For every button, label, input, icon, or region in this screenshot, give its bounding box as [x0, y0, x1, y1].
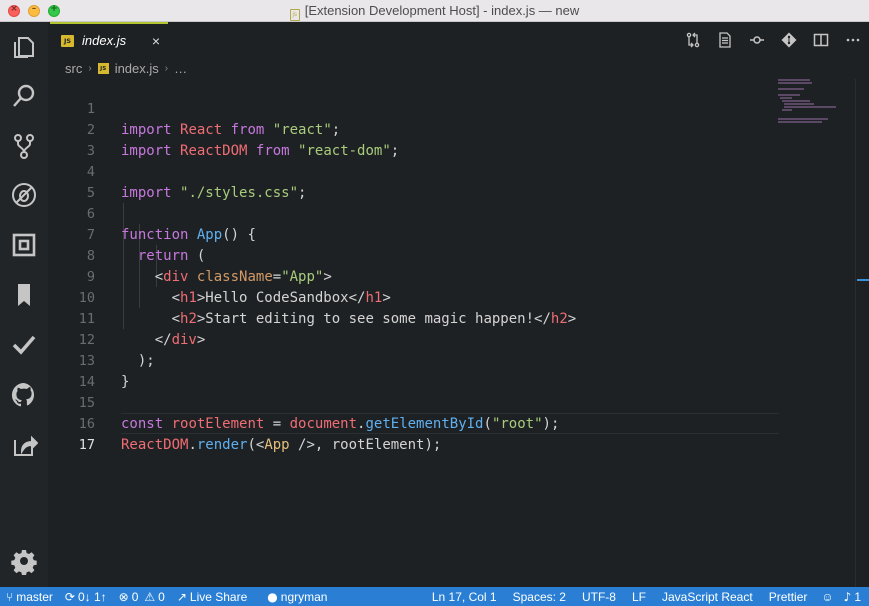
live-share-status[interactable]: ↗ Live Share: [171, 587, 253, 606]
github-icon: ●: [267, 589, 278, 604]
code-line: 14: [48, 351, 779, 390]
settings-gear-icon[interactable]: [8, 545, 40, 577]
git-lens-icon[interactable]: [773, 22, 805, 57]
chevron-right-icon: ›: [88, 62, 92, 74]
notifications-count: 1: [854, 589, 861, 604]
sync-label: 0↓ 1↑: [77, 589, 107, 604]
live-share-icon: ↗: [176, 589, 187, 604]
line-number: 17: [78, 437, 95, 453]
code-line: 13 }: [48, 330, 779, 390]
status-bar: ⑂ master ⟳ 0↓ 1↑ ⊗ 0 ⚠ 0 ↗ Live Share ● …: [0, 587, 869, 606]
code-line: 5: [48, 162, 779, 201]
search-icon[interactable]: [8, 80, 40, 112]
live-share-icon[interactable]: [8, 429, 40, 461]
warning-icon: ⚠: [144, 589, 156, 604]
breadcrumb-folder[interactable]: src: [65, 61, 82, 76]
go-back-icon[interactable]: [741, 22, 773, 57]
split-editor-icon[interactable]: [805, 22, 837, 57]
breadcrumb-file[interactable]: index.js: [115, 61, 159, 76]
tab-index-js[interactable]: JS index.js ×: [50, 22, 168, 57]
tab-bar: JS index.js ×: [48, 22, 869, 57]
sync-status[interactable]: ⟳ 0↓ 1↑: [59, 587, 113, 606]
title-bar: × – + js [Extension Development Host] - i…: [0, 0, 869, 22]
github-user-status[interactable]: ● ngryman: [261, 587, 333, 606]
js-file-icon: JS: [97, 62, 109, 74]
github-icon[interactable]: [8, 379, 40, 411]
window-title-wrap: js [Extension Development Host] - index.j…: [0, 3, 869, 21]
line-code: ReactDOM.render(<App />, rootElement);: [121, 437, 442, 453]
explorer-icon[interactable]: [8, 31, 40, 63]
activity-bar: [0, 22, 48, 587]
prettier-status[interactable]: Prettier: [761, 587, 816, 606]
code-line: 11 </div>: [48, 288, 779, 348]
code-line: 1 import React from "react";: [48, 78, 779, 138]
tab-close-button[interactable]: ×: [152, 33, 160, 49]
breadcrumb-more[interactable]: …: [174, 61, 187, 76]
branch-label: master: [16, 589, 53, 604]
editor-actions: [677, 22, 869, 57]
cursor-position-marker: [857, 279, 869, 281]
code-line: 16 ReactDOM.render(<App />, rootElement)…: [48, 393, 779, 453]
tasks-icon[interactable]: [8, 329, 40, 361]
bell-icon: ♪: [843, 589, 852, 604]
code-line-active: 17: [48, 414, 779, 453]
sync-icon: ⟳: [64, 589, 75, 604]
tab-label: index.js: [82, 33, 127, 48]
code-line: 7 return (: [48, 204, 779, 264]
debug-icon[interactable]: [8, 179, 40, 211]
feedback-smiley-icon[interactable]: ☺: [815, 587, 839, 606]
cursor-position-status[interactable]: Ln 17, Col 1: [424, 587, 505, 606]
notifications-status[interactable]: ♪ 1: [840, 587, 869, 606]
code-line: 4 import "./styles.css";: [48, 141, 779, 201]
window-title: [Extension Development Host] - index.js …: [304, 3, 580, 18]
code-editor[interactable]: 1 import React from "react"; 2 import Re…: [48, 79, 869, 587]
github-user-label: ngryman: [280, 589, 328, 604]
bookmark-icon[interactable]: [8, 279, 40, 311]
branch-status[interactable]: ⑂ master: [0, 587, 59, 606]
extensions-icon[interactable]: [8, 229, 40, 261]
source-control-icon[interactable]: [8, 130, 40, 162]
breadcrumb: src › JS index.js › …: [48, 57, 828, 79]
code-line: 15 const rootElement = document.getEleme…: [48, 372, 779, 432]
errors-count: 0: [131, 589, 139, 604]
indentation-status[interactable]: Spaces: 2: [505, 587, 574, 606]
code-line: 8 <div className="App">: [48, 225, 779, 285]
open-changes-icon[interactable]: [677, 22, 709, 57]
js-file-icon: JS: [61, 34, 74, 47]
minimap[interactable]: [778, 79, 848, 139]
code-line: 9 <h1>Hello CodeSandbox</h1>: [48, 246, 779, 306]
more-actions-icon[interactable]: [837, 22, 869, 57]
code-line: 3: [48, 120, 779, 159]
status-bar-right: Ln 17, Col 1 Spaces: 2 UTF-8 LF JavaScri…: [424, 587, 869, 606]
live-share-label: Live Share: [189, 589, 248, 604]
git-branch-icon: ⑂: [6, 589, 14, 604]
encoding-status[interactable]: UTF-8: [574, 587, 624, 606]
language-mode-status[interactable]: JavaScript React: [654, 587, 761, 606]
chevron-right-icon: ›: [164, 62, 169, 74]
code-line: 6 function App() {: [48, 183, 779, 243]
warnings-count: 0: [158, 589, 165, 604]
vertical-scrollbar[interactable]: [855, 79, 869, 587]
error-icon: ⊗: [118, 589, 129, 604]
open-preview-icon[interactable]: [709, 22, 741, 57]
code-line: 10 <h2>Start editing to see some magic h…: [48, 267, 779, 327]
code-line: 2 import ReactDOM from "react-dom";: [48, 99, 779, 159]
problems-status[interactable]: ⊗ 0 ⚠ 0: [113, 587, 171, 606]
code-line: 12 );: [48, 309, 779, 369]
js-file-icon: js: [289, 9, 300, 21]
eol-status[interactable]: LF: [624, 587, 654, 606]
